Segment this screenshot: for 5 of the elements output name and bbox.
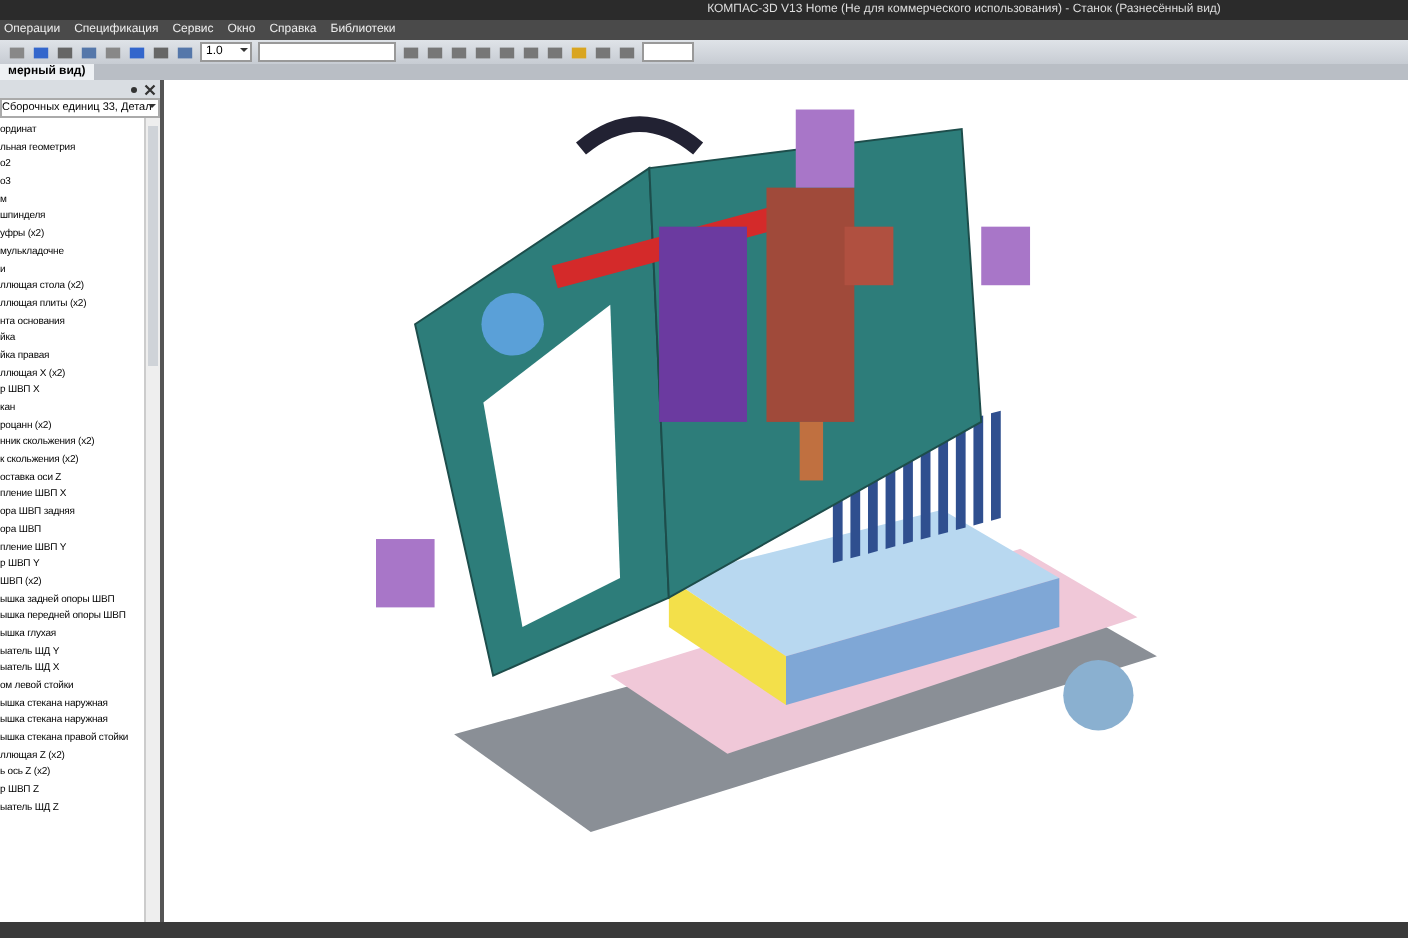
- scrollbar[interactable]: [144, 118, 160, 922]
- close-icon[interactable]: [144, 83, 156, 95]
- view-dropdown[interactable]: [258, 42, 396, 62]
- pin-icon[interactable]: [128, 83, 140, 95]
- search-field[interactable]: [642, 42, 694, 62]
